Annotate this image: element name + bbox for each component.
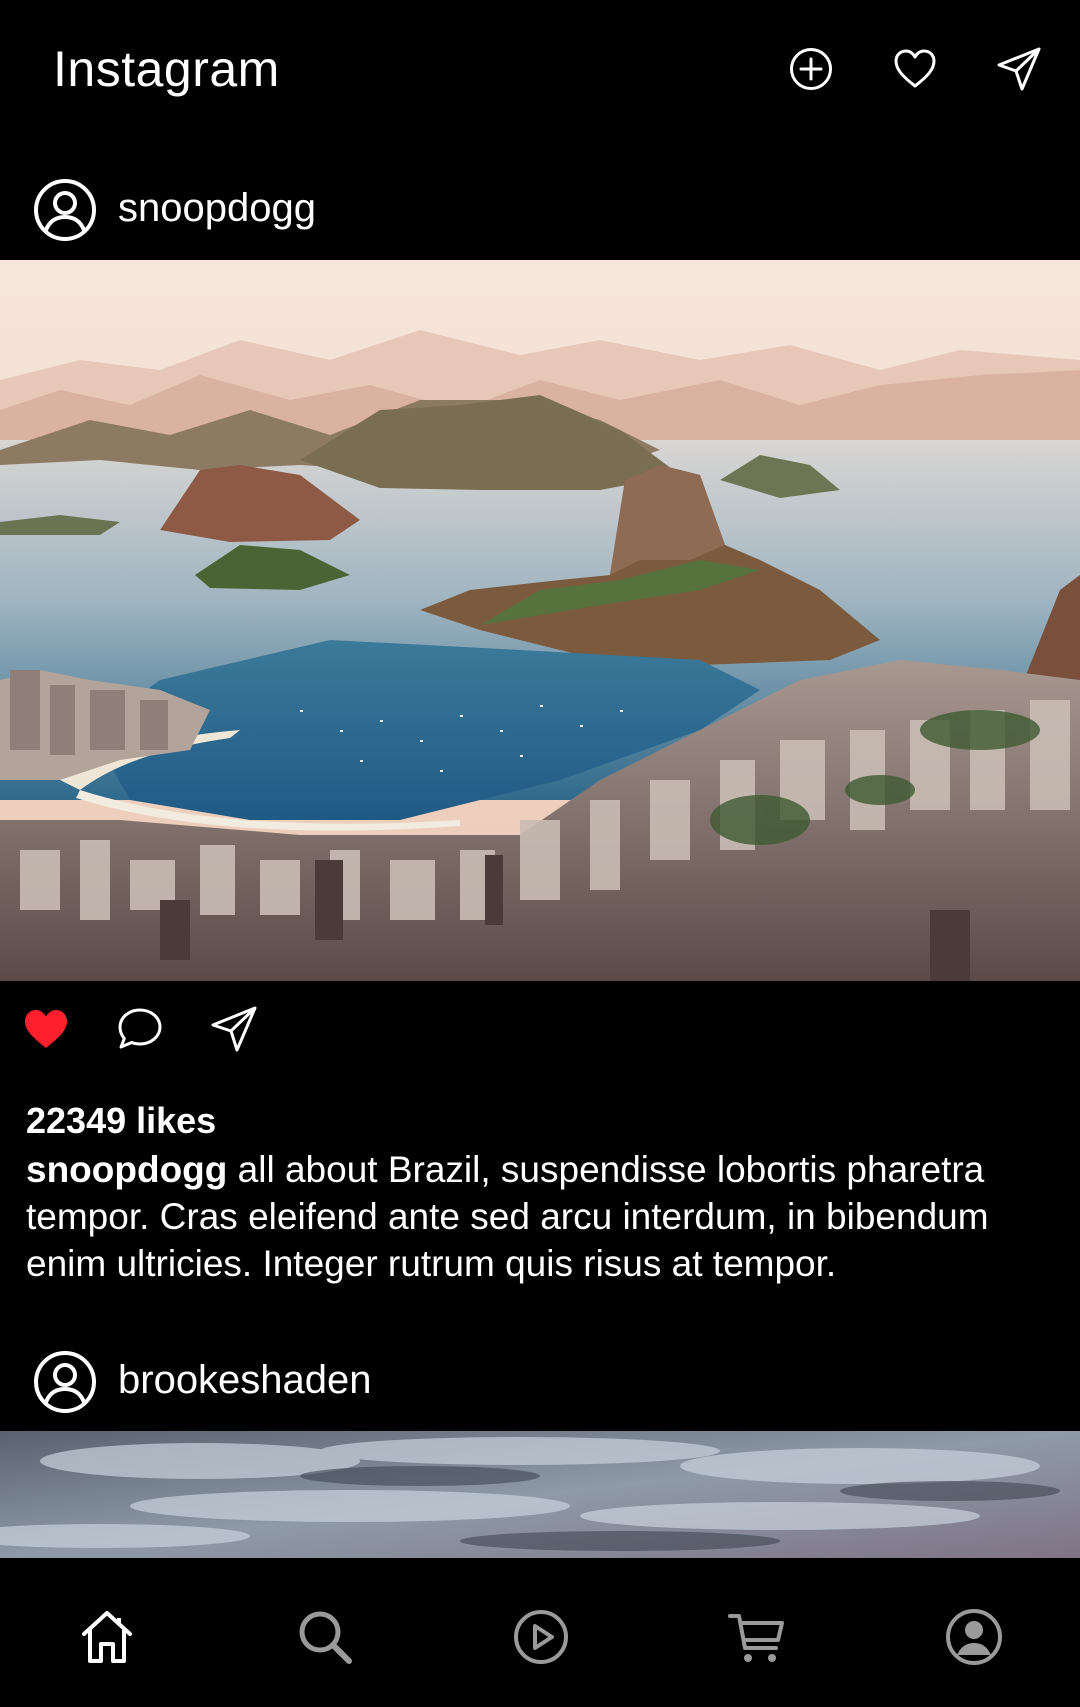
like-button[interactable]	[22, 1005, 70, 1053]
landscape-photo	[0, 260, 1080, 981]
nav-reels[interactable]	[510, 1606, 572, 1668]
likes-count[interactable]: 22349 likes	[26, 1100, 216, 1142]
post-username[interactable]: brookeshaden	[118, 1358, 372, 1403]
bottom-navigation	[0, 1558, 1080, 1707]
share-button[interactable]	[210, 1005, 258, 1053]
send-icon	[997, 47, 1041, 91]
search-icon	[299, 1611, 352, 1664]
profile-icon	[946, 1609, 1002, 1665]
app-logo-title: Instagram	[53, 41, 280, 97]
avatar[interactable]	[33, 1350, 97, 1414]
cart-icon	[728, 1614, 784, 1662]
post-username[interactable]: snoopdogg	[118, 186, 316, 231]
comment-icon	[118, 1008, 162, 1049]
sky-photo	[0, 1431, 1080, 1558]
plus-circle-icon	[790, 48, 832, 90]
comment-button[interactable]	[116, 1005, 164, 1053]
new-post-button[interactable]	[788, 46, 834, 92]
post-header: snoopdogg	[0, 168, 1080, 248]
heart-icon	[894, 49, 936, 88]
post-caption: snoopdogg all about Brazil, suspendisse …	[26, 1146, 1056, 1287]
activity-button[interactable]	[892, 46, 938, 92]
post-image[interactable]	[0, 260, 1080, 981]
play-circle-icon	[514, 1610, 568, 1664]
top-app-bar: Instagram	[0, 0, 1080, 150]
nav-profile[interactable]	[943, 1606, 1005, 1668]
send-icon	[211, 1006, 257, 1052]
avatar[interactable]	[33, 178, 97, 242]
nav-home[interactable]	[76, 1606, 138, 1668]
caption-username[interactable]: snoopdogg	[26, 1149, 227, 1190]
post-actions	[0, 1005, 1080, 1061]
profile-icon	[34, 1351, 96, 1413]
home-icon	[82, 1611, 132, 1663]
post-image[interactable]	[0, 1431, 1080, 1558]
profile-icon	[34, 179, 96, 241]
heart-filled-icon	[25, 1010, 67, 1048]
direct-messages-button[interactable]	[996, 46, 1042, 92]
post-header: brookeshaden	[0, 1340, 1080, 1420]
nav-shop[interactable]	[726, 1606, 788, 1668]
nav-search[interactable]	[294, 1606, 356, 1668]
